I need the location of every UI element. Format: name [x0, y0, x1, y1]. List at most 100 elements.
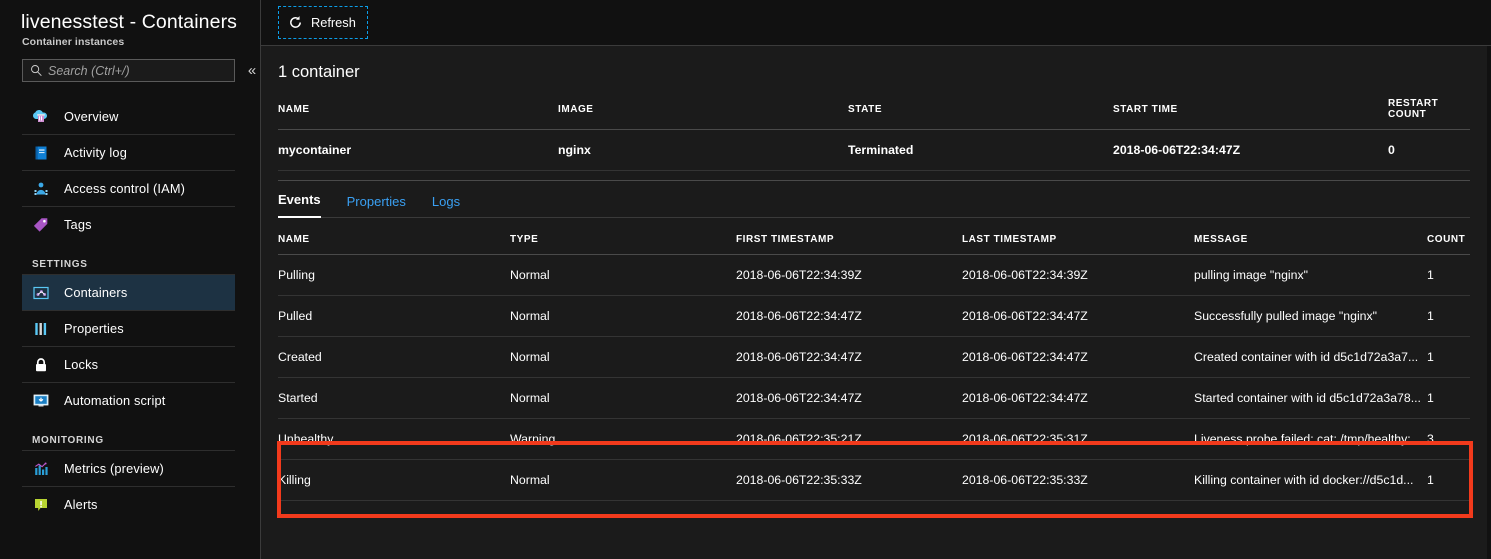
- sidebar-item-overview[interactable]: Overview: [22, 98, 235, 134]
- events-table-wrap: NAME TYPE FIRST TIMESTAMP LAST TIMESTAMP…: [261, 218, 1487, 501]
- table-row[interactable]: Unhealthy Warning 2018-06-06T22:35:21Z 2…: [278, 418, 1470, 460]
- event-name-cell: Pulling: [278, 254, 510, 296]
- sidebar-group-monitoring-label: MONITORING: [32, 435, 104, 446]
- blade-sidebar: livenesstest - Containers Container inst…: [0, 0, 261, 559]
- detail-tabs-wrap: Events Properties Logs: [278, 180, 1470, 218]
- sidebar-item-metrics[interactable]: Metrics (preview): [22, 450, 235, 486]
- tab-logs[interactable]: Logs: [432, 194, 460, 218]
- containers-table-header-row: NAME IMAGE STATE START TIME RESTART COUN…: [278, 82, 1470, 130]
- table-row[interactable]: mycontainer nginx Terminated 2018-06-06T…: [278, 129, 1470, 171]
- sidebar-item-locks[interactable]: Locks: [22, 346, 235, 382]
- event-type-cell: Normal: [510, 336, 736, 378]
- overview-icon: [33, 110, 47, 122]
- event-message-cell: Started container with id d5c1d72a3a78..…: [1194, 377, 1427, 419]
- sidebar-item-access-control[interactable]: Access control (IAM): [22, 170, 235, 206]
- sidebar-item-label: Containers: [64, 285, 128, 300]
- events-table: NAME TYPE FIRST TIMESTAMP LAST TIMESTAMP…: [278, 218, 1470, 501]
- event-count-cell: 1: [1427, 295, 1470, 337]
- collapse-sidebar-button[interactable]: «: [244, 61, 260, 81]
- sidebar-item-label: Tags: [64, 217, 92, 232]
- event-count-cell: 1: [1427, 377, 1470, 419]
- container-restart-count-cell: 0: [1388, 129, 1470, 171]
- column-header-type: TYPE: [510, 218, 736, 255]
- containers-table-wrap: NAME IMAGE STATE START TIME RESTART COUN…: [261, 82, 1487, 171]
- events-table-header-row: NAME TYPE FIRST TIMESTAMP LAST TIMESTAMP…: [278, 218, 1470, 255]
- event-last-timestamp-cell: 2018-06-06T22:34:47Z: [962, 377, 1194, 419]
- column-header-first-timestamp: FIRST TIMESTAMP: [736, 218, 962, 255]
- event-name-cell: Created: [278, 336, 510, 378]
- event-first-timestamp-cell: 2018-06-06T22:35:21Z: [736, 418, 962, 460]
- event-first-timestamp-cell: 2018-06-06T22:34:47Z: [736, 295, 962, 337]
- alerts-icon: [35, 498, 47, 511]
- access-control-icon: [34, 182, 48, 195]
- lock-icon: [36, 357, 46, 371]
- sidebar-item-label: Access control (IAM): [64, 181, 186, 196]
- container-image-cell: nginx: [558, 129, 848, 171]
- container-count-title: 1 container: [278, 63, 360, 81]
- event-count-cell: 3: [1427, 418, 1470, 460]
- event-type-cell: Warning: [510, 418, 736, 460]
- sidebar-item-alerts[interactable]: Alerts: [22, 486, 235, 522]
- column-header-restart-count: RESTART COUNT: [1388, 82, 1470, 130]
- column-header-image: IMAGE: [558, 82, 848, 130]
- column-header-message: MESSAGE: [1194, 218, 1427, 255]
- sidebar-item-containers[interactable]: Containers: [22, 274, 235, 310]
- event-message-cell: Successfully pulled image "nginx": [1194, 295, 1427, 337]
- event-last-timestamp-cell: 2018-06-06T22:34:47Z: [962, 295, 1194, 337]
- page-title: livenesstest - Containers: [21, 11, 238, 33]
- event-last-timestamp-cell: 2018-06-06T22:35:33Z: [962, 459, 1194, 501]
- containers-table: NAME IMAGE STATE START TIME RESTART COUN…: [278, 82, 1470, 171]
- tags-icon: [33, 217, 48, 232]
- search-box[interactable]: [22, 59, 235, 82]
- table-row[interactable]: Created Normal 2018-06-06T22:34:47Z 2018…: [278, 336, 1470, 378]
- event-message-cell: Killing container with id docker://d5c1d…: [1194, 459, 1427, 501]
- search-icon: [31, 65, 42, 77]
- tab-properties[interactable]: Properties: [347, 194, 406, 218]
- table-row[interactable]: Killing Normal 2018-06-06T22:35:33Z 2018…: [278, 459, 1470, 501]
- event-message-cell: Created container with id d5c1d72a3a7...: [1194, 336, 1427, 378]
- event-name-cell: Unhealthy: [278, 418, 510, 460]
- event-first-timestamp-cell: 2018-06-06T22:34:47Z: [736, 377, 962, 419]
- sidebar-item-label: Alerts: [64, 497, 98, 512]
- sidebar-group-settings-label: SETTINGS: [32, 259, 88, 270]
- container-start-time-cell: 2018-06-06T22:34:47Z: [1113, 129, 1388, 171]
- sidebar-item-automation-script[interactable]: Automation script: [22, 382, 235, 418]
- table-row[interactable]: Started Normal 2018-06-06T22:34:47Z 2018…: [278, 377, 1470, 419]
- column-header-count: COUNT: [1427, 218, 1470, 255]
- event-last-timestamp-cell: 2018-06-06T22:34:47Z: [962, 336, 1194, 378]
- properties-icon: [35, 322, 47, 335]
- event-name-cell: Killing: [278, 459, 510, 501]
- column-header-name: NAME: [278, 82, 558, 130]
- refresh-button[interactable]: Refresh: [278, 6, 368, 39]
- automation-script-icon: [33, 394, 49, 406]
- sidebar-item-activity-log[interactable]: Activity log: [22, 134, 235, 170]
- event-first-timestamp-cell: 2018-06-06T22:34:47Z: [736, 336, 962, 378]
- table-row[interactable]: Pulling Normal 2018-06-06T22:34:39Z 2018…: [278, 254, 1470, 296]
- sidebar-item-label: Activity log: [64, 145, 127, 160]
- tab-events[interactable]: Events: [278, 192, 321, 218]
- sidebar-item-label: Overview: [64, 108, 119, 124]
- event-message-cell: pulling image "nginx": [1194, 254, 1427, 296]
- sidebar-item-label: Locks: [64, 357, 99, 372]
- event-last-timestamp-cell: 2018-06-06T22:35:31Z: [962, 418, 1194, 460]
- table-row[interactable]: Pulled Normal 2018-06-06T22:34:47Z 2018-…: [278, 295, 1470, 337]
- containers-icon: [33, 286, 49, 299]
- metrics-icon: [35, 462, 48, 475]
- activity-log-icon: [35, 146, 47, 159]
- event-name-cell: Started: [278, 377, 510, 419]
- container-name-cell: mycontainer: [278, 129, 558, 171]
- event-count-cell: 1: [1427, 254, 1470, 296]
- containers-content: 1 container NAME IMAGE STATE START TIME …: [261, 46, 1487, 559]
- event-type-cell: Normal: [510, 295, 736, 337]
- event-first-timestamp-cell: 2018-06-06T22:35:33Z: [736, 459, 962, 501]
- search-input[interactable]: [48, 63, 218, 78]
- sidebar-item-label: Properties: [64, 321, 124, 336]
- azure-portal-blade: livenesstest - Containers Container inst…: [0, 0, 1491, 559]
- page-subtitle: Container instances: [22, 36, 125, 48]
- event-type-cell: Normal: [510, 377, 736, 419]
- sidebar-nav: Overview Activity log Access control (IA…: [0, 98, 260, 522]
- sidebar-item-tags[interactable]: Tags: [22, 206, 235, 242]
- sidebar-item-properties[interactable]: Properties: [22, 310, 235, 346]
- sidebar-item-label: Automation script: [64, 393, 166, 408]
- main-panel: Refresh 1 container NAME IMAGE STATE STA…: [261, 0, 1491, 559]
